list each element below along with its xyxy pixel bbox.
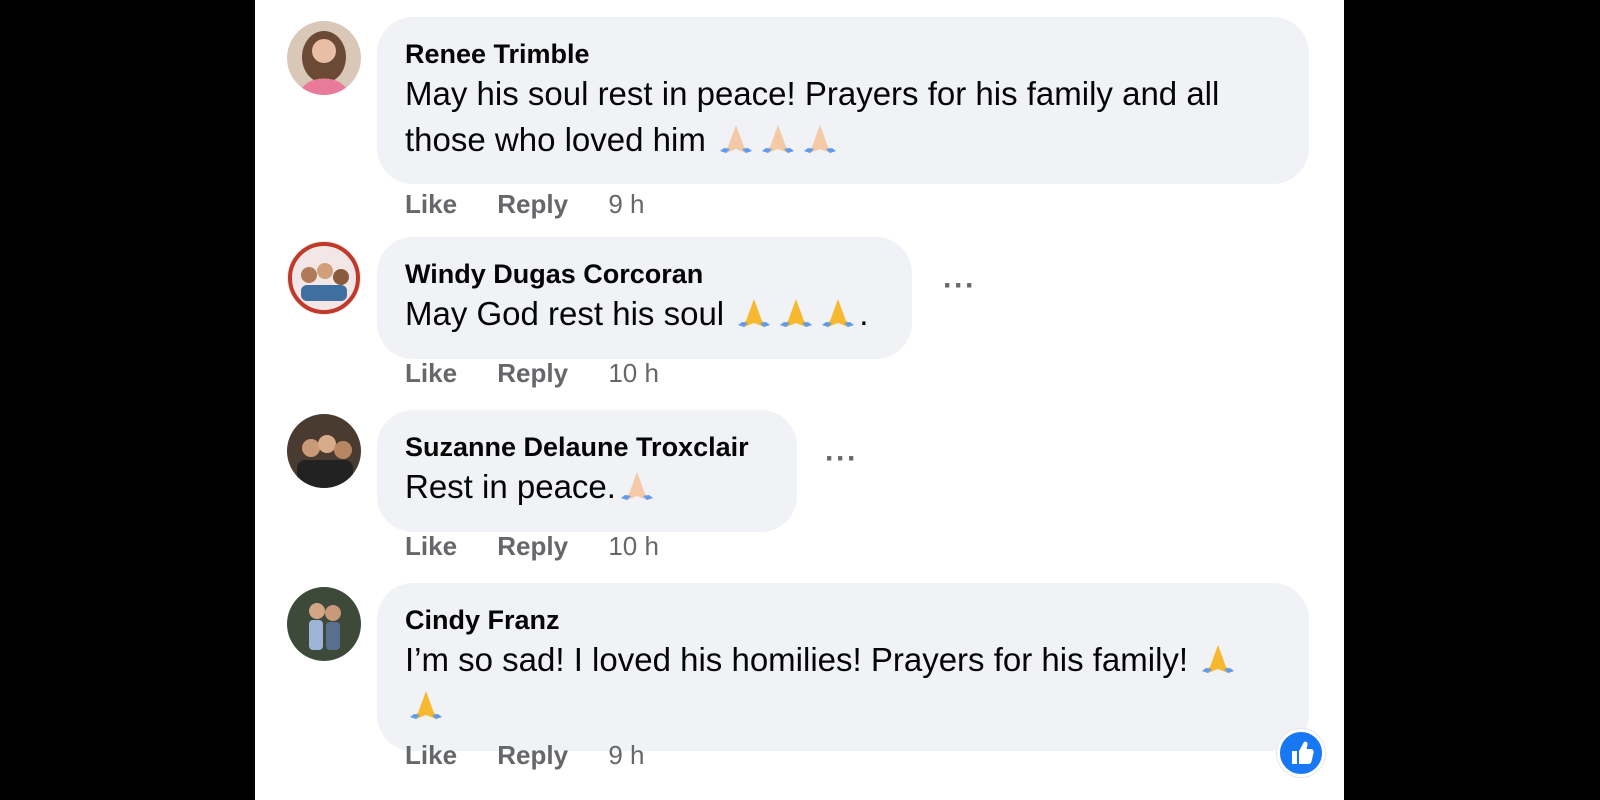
thumbs-up-icon[interactable] [1277, 729, 1325, 777]
praying-hands-icon [405, 687, 447, 724]
praying-hands-icon [1197, 641, 1239, 678]
timestamp[interactable]: 10 h [608, 358, 659, 388]
reply-button[interactable]: Reply [497, 740, 568, 770]
avatar[interactable] [287, 241, 361, 315]
like-button[interactable]: Like [405, 189, 457, 219]
comment-actions: Like Reply 9 h [405, 189, 644, 220]
avatar[interactable] [287, 587, 361, 661]
comment-author[interactable]: Renee Trimble [405, 37, 1281, 71]
comment-bubble: Renee Trimble May his soul rest in peace… [377, 17, 1309, 184]
comment-actions: Like Reply 10 h [405, 531, 659, 562]
praying-hands-icon [616, 468, 658, 505]
comment-bubble: Windy Dugas Corcoran May God rest his so… [377, 237, 912, 359]
praying-hands-icon [715, 121, 841, 158]
timestamp[interactable]: 9 h [608, 189, 644, 219]
comment-text: Rest in peace. [405, 464, 769, 510]
avatar[interactable] [287, 21, 361, 95]
more-options-icon[interactable]: ··· [943, 269, 976, 303]
reply-button[interactable]: Reply [497, 189, 568, 219]
timestamp[interactable]: 10 h [608, 531, 659, 561]
comment-bubble: Suzanne Delaune Troxclair Rest in peace. [377, 410, 797, 532]
praying-hands-icon [733, 295, 859, 332]
comment-actions: Like Reply 10 h [405, 358, 659, 389]
comments-panel: Renee Trimble May his soul rest in peace… [255, 0, 1344, 800]
more-options-icon[interactable]: ··· [825, 442, 858, 476]
comment-author[interactable]: Windy Dugas Corcoran [405, 257, 884, 291]
comment-text: I’m so sad! I loved his homilies! Prayer… [405, 637, 1281, 729]
comment-bubble: Cindy Franz I’m so sad! I loved his homi… [377, 583, 1309, 751]
avatar[interactable] [287, 414, 361, 488]
comment-author[interactable]: Cindy Franz [405, 603, 1281, 637]
timestamp[interactable]: 9 h [608, 740, 644, 770]
like-button[interactable]: Like [405, 358, 457, 388]
comment-text: May his soul rest in peace! Prayers for … [405, 75, 1220, 158]
reply-button[interactable]: Reply [497, 531, 568, 561]
like-button[interactable]: Like [405, 531, 457, 561]
comment-text: May God rest his soul . [405, 295, 869, 332]
reply-button[interactable]: Reply [497, 358, 568, 388]
comment-actions: Like Reply 9 h [405, 740, 644, 771]
comment-author[interactable]: Suzanne Delaune Troxclair [405, 430, 769, 464]
like-button[interactable]: Like [405, 740, 457, 770]
